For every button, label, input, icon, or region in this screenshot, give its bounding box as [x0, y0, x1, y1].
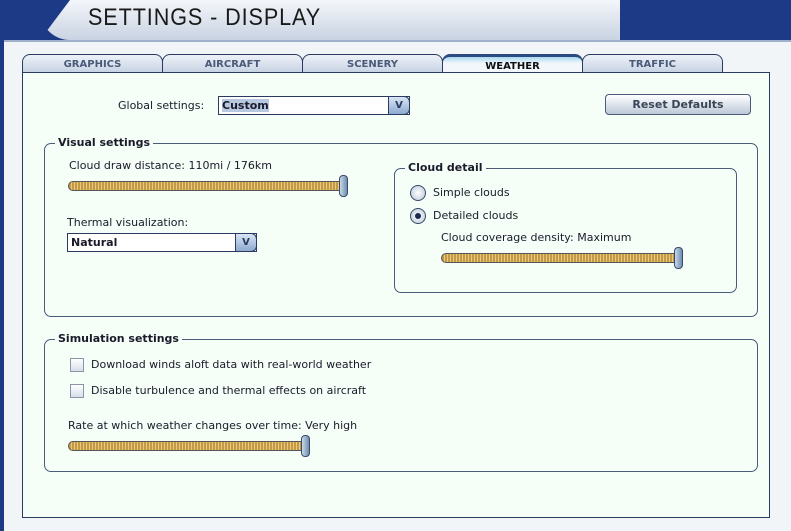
- global-settings-value: Custom: [222, 99, 269, 112]
- visual-settings-title: Visual settings: [55, 136, 154, 149]
- weather-rate-slider[interactable]: [68, 435, 310, 457]
- slider-thumb[interactable]: [674, 247, 683, 269]
- detailed-clouds-radio[interactable]: [410, 208, 426, 224]
- slider-thumb[interactable]: [339, 175, 348, 197]
- turbulence-checkbox[interactable]: [70, 384, 84, 398]
- slider-thumb[interactable]: [301, 435, 310, 457]
- winds-aloft-label: Download winds aloft data with real-worl…: [91, 358, 372, 371]
- simple-clouds-radio[interactable]: [410, 185, 426, 201]
- tab-graphics[interactable]: GRAPHICS: [22, 54, 163, 73]
- detailed-clouds-label: Detailed clouds: [433, 209, 519, 222]
- cloud-draw-slider[interactable]: [68, 175, 348, 197]
- simulation-settings-title: Simulation settings: [55, 332, 182, 345]
- thermal-dropdown[interactable]: Natural V: [67, 233, 257, 252]
- chevron-down-icon[interactable]: V: [235, 233, 257, 252]
- cloud-density-slider[interactable]: [441, 247, 683, 269]
- global-settings-label: Global settings:: [118, 99, 205, 112]
- winds-aloft-checkbox[interactable]: [70, 358, 84, 372]
- tab-weather[interactable]: WEATHER: [442, 54, 583, 73]
- simple-clouds-label: Simple clouds: [433, 186, 510, 199]
- reset-defaults-button[interactable]: Reset Defaults: [605, 94, 751, 115]
- weather-rate-label: Rate at which weather changes over time:…: [68, 419, 358, 432]
- thermal-label: Thermal visualization:: [67, 216, 189, 229]
- global-settings-dropdown[interactable]: Custom V: [218, 96, 410, 115]
- turbulence-label: Disable turbulence and thermal effects o…: [91, 384, 367, 397]
- cloud-density-label: Cloud coverage density: Maximum: [441, 231, 632, 244]
- page-title: SETTINGS - DISPLAY: [88, 4, 322, 31]
- tab-aircraft[interactable]: AIRCRAFT: [162, 54, 303, 73]
- tab-traffic[interactable]: TRAFFIC: [582, 54, 723, 73]
- thermal-value: Natural: [71, 236, 118, 249]
- tab-scenery[interactable]: SCENERY: [302, 54, 443, 73]
- cloud-draw-label: Cloud draw distance: 110mi / 176km: [69, 159, 273, 172]
- cloud-detail-title: Cloud detail: [405, 161, 486, 174]
- chevron-down-icon[interactable]: V: [388, 96, 410, 115]
- tab-bar: GRAPHICS AIRCRAFT SCENERY WEATHER TRAFFI…: [22, 54, 723, 73]
